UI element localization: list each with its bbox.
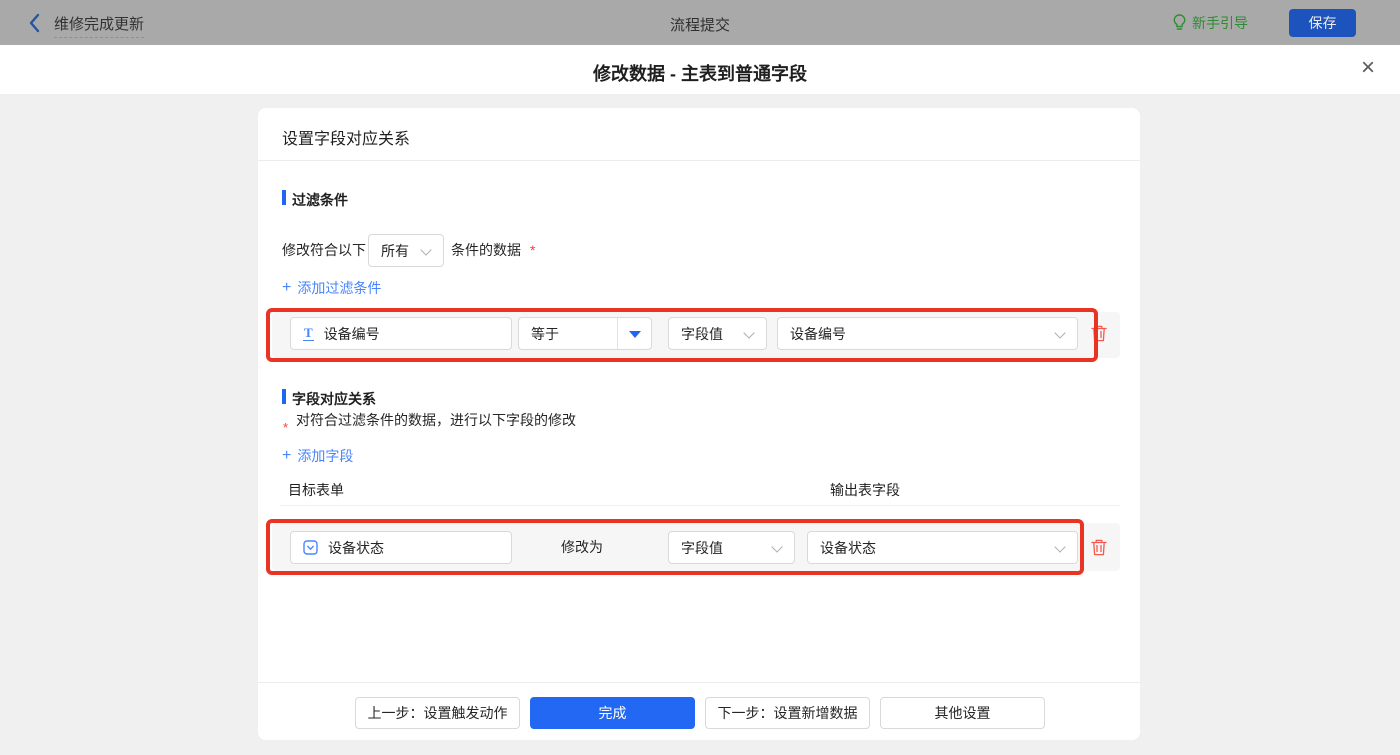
filter-value-field: 设备编号 [790,325,846,342]
caret-down-icon [629,331,641,338]
required-asterisk: * [283,420,289,435]
section-accent-bar [282,389,286,404]
divider [280,505,1120,506]
modify-to-label: 修改为 [561,539,603,555]
match-mode-select[interactable]: 所有 [368,234,444,267]
next-step-button[interactable]: 下一步：设置新增数据 [705,697,870,729]
card-title: 设置字段对应关系 [282,131,411,148]
chevron-left-icon [29,13,40,33]
chevron-down-icon [1054,541,1066,553]
screen: 维修完成更新 流程提交 新手引导 保存 修改数据 - 主表到普通字段 × 设置字… [0,0,1400,755]
match-mode-value: 所有 [381,242,409,259]
filter-value-type-select[interactable]: 字段值 [668,317,767,350]
mapping-value-field-select[interactable]: 设备状态 [807,531,1078,564]
select-field-icon [303,540,318,555]
back-button[interactable] [24,11,48,35]
app-topbar: 维修完成更新 流程提交 新手引导 保存 [0,0,1400,45]
filter-field-value: 设备编号 [323,325,380,342]
filter-operator-value: 等于 [531,325,559,342]
plus-icon: + [282,279,292,296]
add-field-link[interactable]: + 添加字段 [282,446,353,466]
prev-step-button[interactable]: 上一步：设置触发动作 [355,697,520,729]
divider [258,160,1140,161]
chevron-down-icon [1054,327,1066,339]
other-settings-button[interactable]: 其他设置 [880,697,1045,729]
done-button[interactable]: 完成 [530,697,695,729]
mapping-field-value: 设备状态 [328,539,384,556]
section-accent-bar [282,190,286,205]
filter-value-field-select[interactable]: 设备编号 [777,317,1078,350]
target-form-column-header: 目标表单 [288,482,344,498]
filter-section-title: 过滤条件 [292,192,348,208]
filter-field-input[interactable]: T 设备编号 [290,317,512,350]
trash-icon [1091,325,1107,342]
delete-mapping-row-button[interactable] [1090,538,1108,557]
mapping-value-type-select[interactable]: 字段值 [668,531,795,564]
required-asterisk: * [530,242,536,258]
plus-icon: + [282,447,292,464]
add-field-label: 添加字段 [297,448,354,464]
divider [258,682,1140,683]
close-icon[interactable]: × [1353,53,1383,83]
text-field-icon: T [303,325,314,341]
output-field-column-header: 输出表字段 [830,482,900,498]
mapping-description: 对符合过滤条件的数据，进行以下字段的修改 [296,412,576,428]
beginner-guide-label: 新手引导 [1192,15,1248,31]
save-button[interactable]: 保存 [1289,9,1356,37]
filter-sentence-suffix: 条件的数据 [451,242,521,258]
settings-card: 设置字段对应关系 过滤条件 修改符合以下 所有 条件的数据 * + 添加过滤条件… [258,108,1140,740]
trash-icon [1091,539,1107,556]
modal-title: 修改数据 - 主表到普通字段 [593,64,807,84]
chevron-down-icon [420,244,432,256]
filter-operator-select[interactable]: 等于 [518,317,652,350]
add-filter-condition-label: 添加过滤条件 [297,280,382,296]
lightbulb-icon [1173,14,1186,30]
filter-value-type: 字段值 [681,325,723,342]
mapping-value-field: 设备状态 [820,539,876,556]
beginner-guide-button[interactable]: 新手引导 [1172,12,1248,34]
chevron-down-icon [743,327,755,339]
workflow-name[interactable]: 维修完成更新 [54,13,145,38]
mapping-value-type: 字段值 [681,539,723,556]
divider [617,318,618,349]
chevron-down-icon [771,541,783,553]
filter-sentence-prefix: 修改符合以下 [282,242,366,258]
delete-filter-row-button[interactable] [1090,324,1108,343]
modal-header: 修改数据 - 主表到普通字段 × [0,45,1400,95]
add-filter-condition-link[interactable]: + 添加过滤条件 [282,278,381,298]
mapping-field-input[interactable]: 设备状态 [290,531,512,564]
